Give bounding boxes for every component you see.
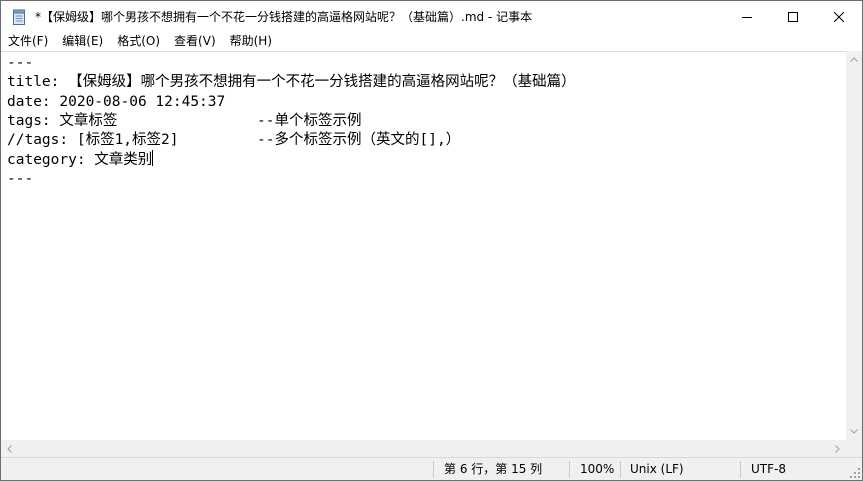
menu-help[interactable]: 帮助(H) [223,32,279,51]
menu-edit[interactable]: 编辑(E) [55,32,110,51]
notepad-window: *【保姆级】哪个男孩不想拥有一个不花一分钱搭建的高逼格网站呢？（基础篇）.md … [0,0,863,481]
menu-format[interactable]: 格式(O) [110,32,167,51]
scroll-down-icon[interactable] [846,423,862,440]
status-separator [740,461,741,478]
maximize-icon [788,11,798,22]
minimize-button[interactable] [724,1,770,32]
text-editor[interactable]: --- title: 【保姆级】哪个男孩不想拥有一个不花一分钱搭建的高逼格网站呢… [1,51,846,440]
resize-grip-icon[interactable] [850,468,860,478]
notepad-icon [11,9,27,25]
zoom-level: 100% [580,462,615,476]
status-separator [569,461,570,478]
line-ending: Unix (LF) [630,462,684,476]
text-caret [152,150,154,167]
window-title: *【保姆级】哪个男孩不想拥有一个不花一分钱搭建的高逼格网站呢？（基础篇）.md … [35,10,533,24]
close-button[interactable] [816,1,862,32]
menu-view[interactable]: 查看(V) [167,32,223,51]
scroll-up-icon[interactable] [846,51,862,68]
status-separator [620,461,621,478]
horizontal-scrollbar[interactable] [1,440,846,457]
encoding: UTF-8 [751,462,786,476]
close-icon [834,11,844,22]
maximize-button[interactable] [770,1,816,32]
editor-line: title: 【保姆级】哪个男孩不想拥有一个不花一分钱搭建的高逼格网站呢？（基础… [7,74,576,91]
editor-line: tags: 文章标签 --单个标签示例 [7,112,362,129]
status-bar: 第 6 行，第 15 列 100% Unix (LF) UTF-8 [1,457,862,480]
editor-line: category: 文章类别 [7,150,154,169]
menu-file[interactable]: 文件(F) [1,32,55,51]
title-bar[interactable]: *【保姆级】哪个男孩不想拥有一个不花一分钱搭建的高逼格网站呢？（基础篇）.md … [1,1,862,32]
cursor-position: 第 6 行，第 15 列 [444,462,543,476]
editor-line: --- [7,170,34,187]
scroll-left-icon[interactable] [1,440,18,457]
scrollbar-corner [846,440,862,457]
editor-line: date: 2020-08-06 12:45:37 [7,93,226,110]
scroll-right-icon[interactable] [829,440,846,457]
vertical-scrollbar[interactable] [846,51,862,440]
status-separator [433,461,434,478]
minimize-icon [742,16,752,18]
editor-line: --- [7,55,34,71]
menu-bar: 文件(F) 编辑(E) 格式(O) 查看(V) 帮助(H) [1,32,862,51]
editor-line: //tags: [标签1,标签2] --多个标签示例（英文的[],） [7,132,461,149]
